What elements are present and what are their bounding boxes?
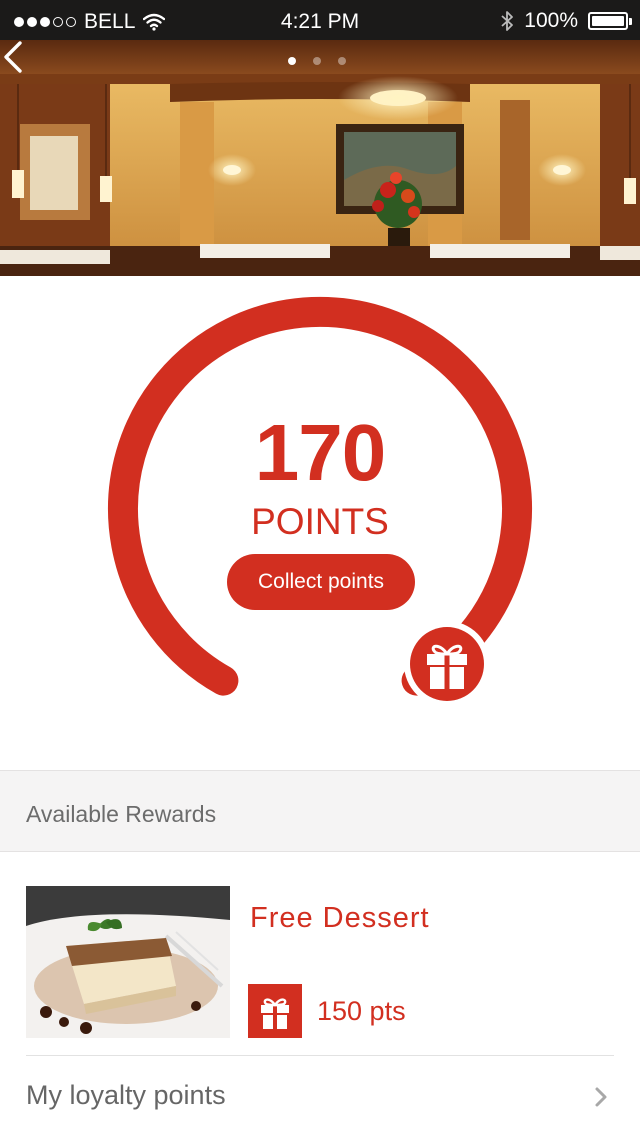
restaurant-photo bbox=[0, 40, 640, 276]
points-label: POINTS bbox=[251, 501, 389, 542]
status-right: 100% bbox=[500, 9, 632, 33]
signal-strength-icon bbox=[14, 17, 76, 27]
gift-icon[interactable] bbox=[403, 620, 491, 708]
collect-points-button[interactable]: Collect points bbox=[227, 554, 415, 610]
reward-title: Free Dessert bbox=[250, 902, 430, 934]
battery-icon bbox=[588, 12, 632, 30]
pager-dot[interactable] bbox=[338, 57, 346, 65]
pager-dot[interactable] bbox=[288, 57, 296, 65]
battery-level bbox=[592, 16, 624, 26]
hero-image[interactable] bbox=[0, 40, 640, 276]
gift-icon bbox=[248, 984, 302, 1038]
chevron-right-icon bbox=[595, 1087, 607, 1107]
wifi-icon bbox=[143, 13, 166, 31]
available-rewards-header: Available Rewards bbox=[0, 770, 640, 852]
reward-cost: 150 pts bbox=[317, 996, 406, 1026]
my-loyalty-points-row[interactable]: My loyalty points bbox=[26, 1055, 614, 1136]
back-chevron-icon[interactable] bbox=[0, 40, 26, 74]
pager-dot[interactable] bbox=[313, 57, 321, 65]
points-gauge: 170 POINTS Collect points bbox=[0, 276, 640, 770]
bluetooth-icon bbox=[501, 11, 514, 31]
status-left: BELL bbox=[14, 10, 166, 34]
image-pager[interactable] bbox=[288, 57, 346, 65]
section-title: Available Rewards bbox=[26, 801, 217, 827]
dessert-photo bbox=[26, 886, 230, 1038]
loyalty-label: My loyalty points bbox=[26, 1080, 226, 1110]
status-bar: BELL 4:21 PM 100% bbox=[0, 0, 640, 40]
points-value: 170 bbox=[254, 408, 386, 497]
battery-percent: 100% bbox=[524, 9, 578, 32]
status-time: 4:21 PM bbox=[280, 10, 360, 33]
carrier-name: BELL bbox=[84, 10, 136, 33]
reward-item[interactable]: Free Dessert 150 pts bbox=[0, 852, 640, 1055]
